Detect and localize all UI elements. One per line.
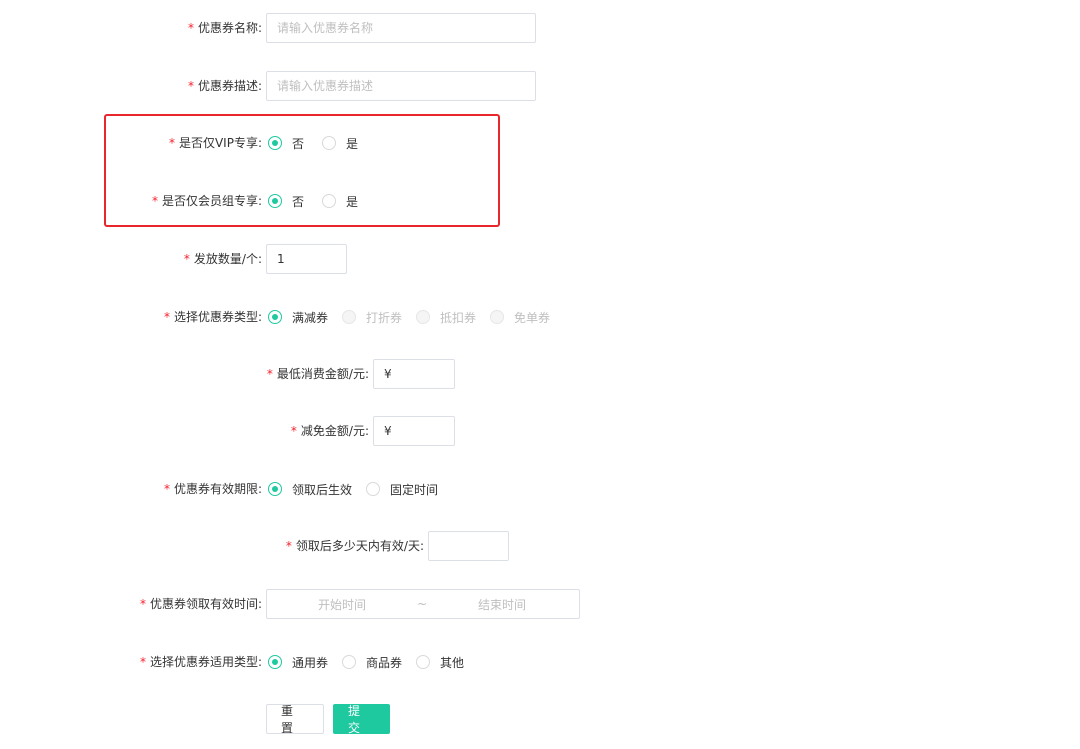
radio-unchecked-icon [366, 482, 381, 496]
coupon-desc-label: * 优惠券描述: [187, 79, 262, 93]
issue-count-input[interactable] [266, 244, 347, 274]
radio-checked-icon [268, 655, 282, 669]
discount-amount-input[interactable] [373, 416, 455, 446]
start-time-placeholder[interactable]: 开始时间 [267, 596, 417, 613]
radio-checked-icon [268, 482, 282, 496]
coupon-type-option-deduction: 抵扣券 [416, 309, 476, 326]
issue-count-label: * 发放数量/个: [183, 252, 262, 266]
min-spend-label: * 最低消费金额/元: [266, 367, 369, 381]
scope-option-other[interactable]: 其他 [416, 654, 464, 671]
claim-period-label: * 优惠券领取有效时间: [139, 597, 262, 611]
coupon-type-option-full-reduction[interactable]: 满减券 [268, 309, 328, 326]
vip-only-option-yes[interactable]: 是 [322, 135, 358, 152]
validity-option-after-claim[interactable]: 领取后生效 [268, 481, 352, 498]
radio-unchecked-icon [342, 655, 357, 669]
scope-label: * 选择优惠券适用类型: [139, 655, 262, 669]
member-group-only-label: * 是否仅会员组专享: [151, 194, 262, 208]
min-spend-input[interactable] [373, 359, 455, 389]
radio-unchecked-icon [322, 136, 337, 150]
coupon-desc-input[interactable] [266, 71, 536, 101]
radio-disabled-icon [342, 310, 357, 324]
submit-button[interactable]: 提 交 [333, 704, 390, 735]
claim-period-range-picker[interactable]: 开始时间 ~ 结束时间 [266, 589, 580, 619]
member-group-option-no[interactable]: 否 [268, 193, 304, 210]
valid-days-label: * 领取后多少天内有效/天: [285, 539, 424, 553]
vip-only-option-no[interactable]: 否 [268, 135, 304, 152]
radio-disabled-icon [490, 310, 505, 324]
radio-unchecked-icon [322, 194, 337, 208]
reset-button[interactable]: 重 置 [266, 704, 324, 735]
radio-checked-icon [268, 194, 282, 208]
discount-amount-label: * 减免金额/元: [290, 424, 369, 438]
validity-label: * 优惠券有效期限: [163, 482, 262, 496]
required-mark: * [187, 21, 194, 35]
valid-days-input[interactable] [428, 531, 509, 561]
coupon-type-option-discount: 打折券 [342, 309, 402, 326]
end-time-placeholder[interactable]: 结束时间 [427, 596, 577, 613]
radio-checked-icon [268, 310, 282, 324]
radio-disabled-icon [416, 310, 431, 324]
coupon-name-label: * 优惠券名称: [187, 21, 262, 35]
radio-checked-icon [268, 136, 282, 150]
vip-only-label: * 是否仅VIP专享: [168, 136, 262, 150]
radio-unchecked-icon [416, 655, 431, 669]
coupon-name-input[interactable] [266, 13, 536, 43]
scope-option-product[interactable]: 商品券 [342, 654, 402, 671]
coupon-type-label: * 选择优惠券类型: [163, 310, 262, 324]
validity-option-fixed-time[interactable]: 固定时间 [366, 481, 438, 498]
coupon-type-option-free: 免单券 [490, 309, 550, 326]
scope-option-general[interactable]: 通用券 [268, 654, 328, 671]
range-separator: ~ [417, 597, 428, 611]
member-group-option-yes[interactable]: 是 [322, 193, 358, 210]
